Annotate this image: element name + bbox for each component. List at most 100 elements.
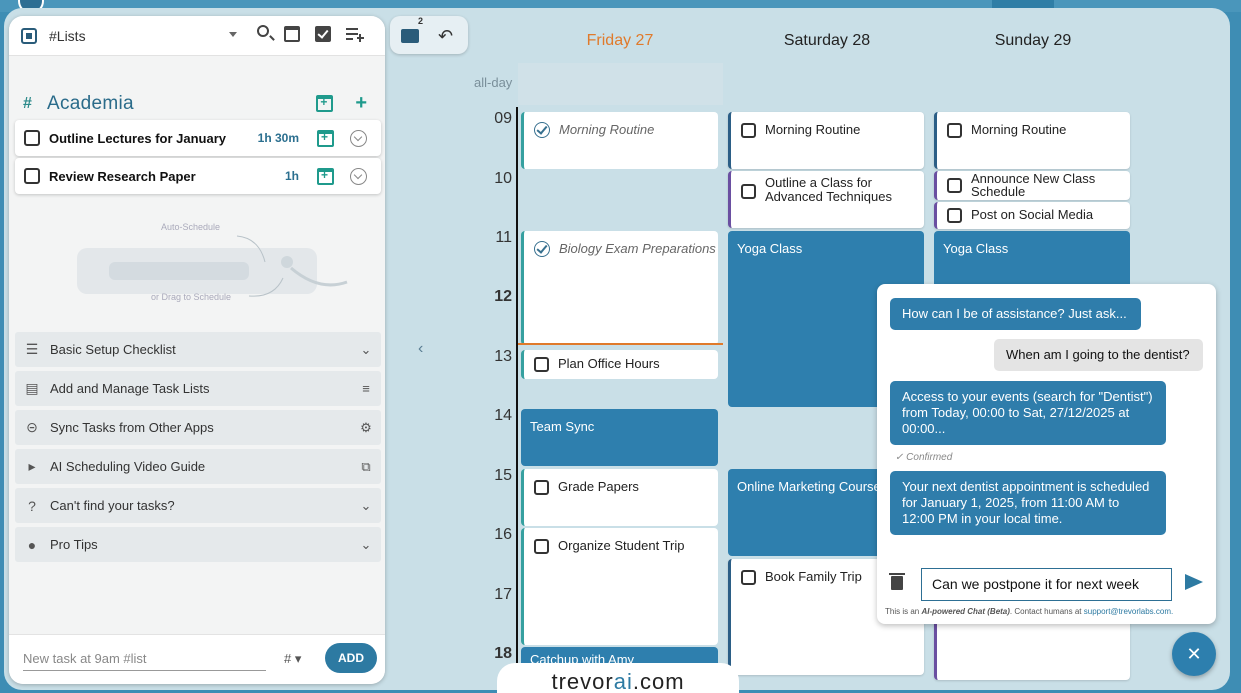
event-card[interactable]: Organize Student Trip (521, 528, 718, 645)
list-section-name[interactable]: Academia (47, 93, 134, 115)
support-email-link[interactable]: support@trevorlabs.com. (1084, 607, 1174, 616)
add-task-icon[interactable]: + (355, 92, 367, 115)
ai-chat-window: How can I be of assistance? Just ask... … (877, 284, 1216, 624)
gear-icon[interactable]: ⚙ (351, 420, 381, 436)
playlist-add-icon[interactable]: ≡ (351, 381, 381, 396)
accordion-task-lists[interactable]: ▤ Add and Manage Task Lists ≡ (15, 371, 381, 406)
event-checkbox[interactable] (534, 539, 549, 554)
event-title: Post on Social Media (971, 207, 1094, 222)
search-icon[interactable] (257, 25, 269, 37)
hash-select-label: # (284, 651, 292, 666)
event-card[interactable]: Outline a Class for Advanced Techniques (728, 171, 924, 228)
event-title: Morning Routine (765, 122, 861, 137)
chevron-down-icon[interactable]: ⌄ (351, 537, 381, 553)
trash-icon[interactable] (889, 573, 905, 590)
task-checkbox[interactable] (24, 130, 40, 146)
event-checkbox[interactable] (534, 357, 549, 372)
event-checkbox[interactable] (947, 123, 962, 138)
event-checkbox[interactable] (947, 178, 962, 193)
event-card[interactable]: Morning Routine (728, 112, 924, 169)
task-duration: 1h 30m (257, 131, 299, 145)
event-card[interactable]: Yoga Class (934, 231, 1130, 291)
collapse-panel-icon[interactable]: ‹ (418, 340, 423, 358)
list-icon: ▤ (25, 380, 39, 396)
expand-chevron-icon[interactable] (350, 167, 367, 185)
task-tray-icon[interactable] (401, 29, 419, 43)
playlist-add-icon[interactable] (346, 26, 364, 42)
drag-to-schedule-illustration: Auto-Schedule or Drag to Schedule (69, 222, 359, 302)
undo-icon[interactable]: ↶ (438, 26, 453, 47)
allday-slot[interactable] (518, 63, 723, 105)
task-title[interactable]: Outline Lectures for January (49, 131, 257, 146)
event-card[interactable]: Grade Papers (521, 469, 718, 526)
hash-icon: # (23, 94, 32, 112)
expand-chevron-icon[interactable] (350, 129, 367, 147)
event-card[interactable]: Biology Exam Preparations (521, 231, 718, 345)
event-card[interactable]: Plan Office Hours (521, 350, 718, 379)
chat-disclaimer: This is an AI-powered Chat (Beta). Conta… (885, 607, 1215, 616)
task-item[interactable]: Outline Lectures for January 1h 30m (15, 120, 381, 156)
chevron-down-icon[interactable]: ⌄ (351, 342, 381, 358)
chat-message-ai: Access to your events (search for "Denti… (890, 381, 1166, 445)
list-hash-select[interactable]: # ▾ (284, 651, 301, 667)
event-card[interactable]: Announce New Class Schedule (934, 171, 1130, 200)
tray-icon[interactable] (21, 27, 37, 44)
hour-label: 17 (494, 586, 512, 603)
accordion-find-tasks[interactable]: ? Can't find your tasks? ⌄ (15, 488, 381, 523)
event-title: Biology Exam Preparations (559, 241, 716, 256)
event-card[interactable]: Post on Social Media (934, 202, 1130, 229)
event-title: Plan Office Hours (558, 356, 660, 371)
event-checkbox[interactable] (534, 480, 549, 495)
external-link-icon[interactable]: ⧉ (351, 459, 381, 475)
chat-message-ai: How can I be of assistance? Just ask... (890, 298, 1141, 330)
event-card[interactable]: Morning Routine (934, 112, 1130, 169)
completed-check-icon[interactable] (534, 241, 550, 257)
chat-input[interactable]: Can we postpone it for next week (921, 568, 1172, 601)
checkbox-icon[interactable] (315, 26, 331, 42)
current-time-line (518, 343, 723, 345)
event-title: Announce New Class Schedule (971, 171, 1096, 199)
calendar-icon[interactable] (284, 26, 300, 42)
send-icon[interactable] (1185, 574, 1203, 590)
task-title[interactable]: Review Research Paper (49, 169, 257, 184)
task-item[interactable]: Review Research Paper 1h (15, 158, 381, 194)
event-title: Morning Routine (971, 122, 1067, 137)
new-task-bar: New task at 9am #list # ▾ ADD (9, 634, 385, 684)
list-selector[interactable]: #Lists (49, 28, 229, 44)
schedule-calendar-icon[interactable] (317, 167, 334, 185)
disclaimer-text: This is an (885, 607, 922, 616)
task-checkbox[interactable] (24, 168, 40, 184)
event-checkbox[interactable] (947, 208, 962, 223)
brand-part: trevor (551, 669, 614, 693)
event-checkbox[interactable] (741, 570, 756, 585)
event-title: Yoga Class (943, 241, 1009, 256)
accordion-pro-tips[interactable]: ● Pro Tips ⌄ (15, 527, 381, 562)
event-card[interactable] (934, 620, 1130, 680)
accordion-sync-tasks[interactable]: ⊝ Sync Tasks from Other Apps ⚙ (15, 410, 381, 445)
event-card[interactable]: Morning Routine (521, 112, 718, 169)
accordion-label: AI Scheduling Video Guide (50, 459, 206, 474)
allday-label: all-day (474, 75, 513, 90)
event-title: Grade Papers (558, 479, 639, 494)
chevron-down-icon[interactable] (229, 32, 237, 37)
event-checkbox[interactable] (741, 123, 756, 138)
day-header-saturday[interactable]: Saturday 28 (732, 32, 922, 50)
hour-label: 12 (494, 288, 512, 305)
day-header-friday[interactable]: Friday 27 (525, 32, 715, 50)
drag-caption: or Drag to Schedule (151, 292, 232, 302)
hour-label: 10 (494, 170, 512, 187)
event-checkbox[interactable] (741, 184, 756, 199)
accordion-basic-setup[interactable]: ☰ Basic Setup Checklist ⌄ (15, 332, 381, 367)
chevron-down-icon[interactable]: ⌄ (351, 498, 381, 514)
add-task-button[interactable]: ADD (325, 643, 377, 673)
completed-check-icon[interactable] (534, 122, 550, 138)
event-title: Outline a Class for Advanced Techniques (765, 175, 892, 204)
schedule-calendar-icon[interactable] (316, 95, 334, 112)
accordion-video-guide[interactable]: ▸ AI Scheduling Video Guide ⧉ (15, 449, 381, 484)
schedule-calendar-icon[interactable] (317, 129, 334, 147)
day-header-sunday[interactable]: Sunday 29 (938, 32, 1128, 50)
close-chat-button[interactable]: ✕ (1172, 632, 1216, 676)
hour-label: 14 (494, 407, 512, 424)
event-card[interactable]: Team Sync (521, 409, 718, 466)
new-task-input[interactable]: New task at 9am #list (23, 651, 266, 671)
